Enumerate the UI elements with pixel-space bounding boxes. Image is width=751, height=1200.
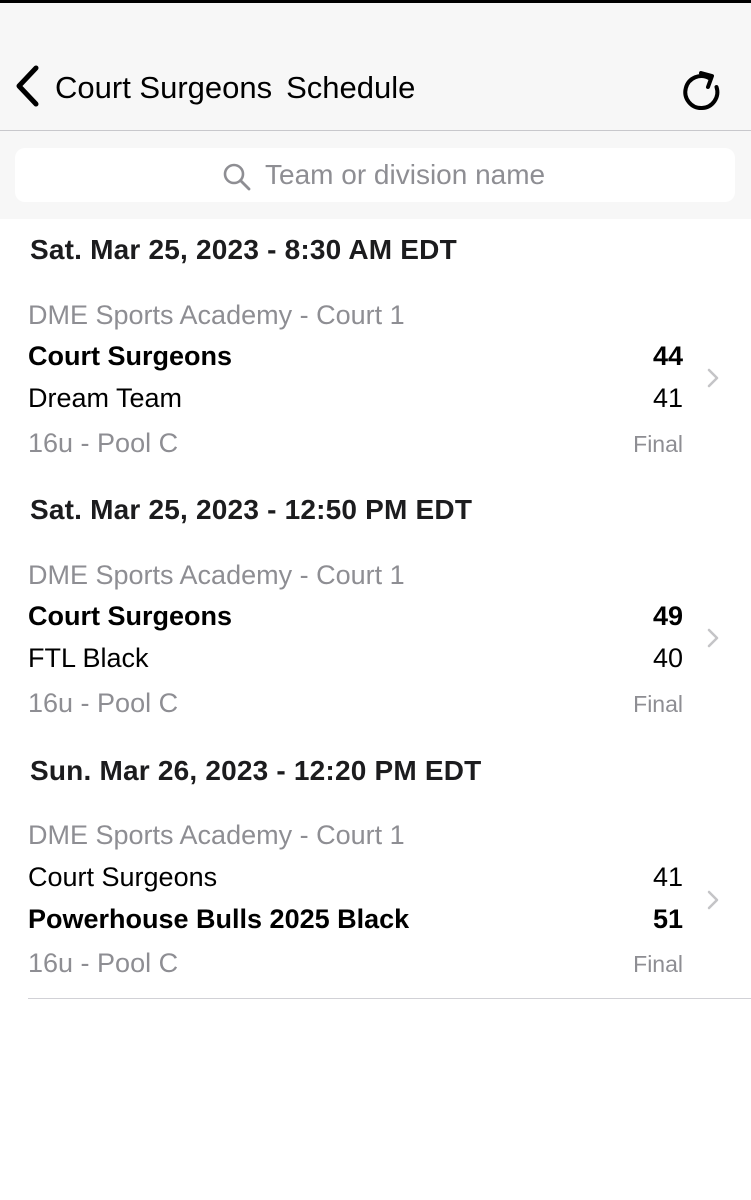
refresh-button[interactable] [680, 65, 722, 111]
search-bar-container [0, 131, 751, 219]
team1-name: Court Surgeons [28, 341, 233, 371]
team2-score: 40 [652, 643, 683, 673]
game-venue: DME Sports Academy - Court 1 [28, 820, 405, 850]
game-division: 16u - Pool C [28, 688, 179, 718]
game-venue: DME Sports Academy - Court 1 [28, 560, 405, 590]
game-status: Final [633, 431, 683, 457]
search-input[interactable] [265, 157, 665, 193]
game-status: Final [633, 691, 683, 717]
chevron-right-icon [707, 628, 719, 648]
title-page-name: Schedule [286, 70, 416, 105]
game-venue: DME Sports Academy - Court 1 [28, 300, 405, 330]
title-team-name: Court Surgeons [55, 70, 273, 105]
navigation-bar: Court Surgeons Schedule [0, 3, 751, 131]
team2-name: FTL Black [28, 643, 149, 673]
team2-score: 41 [652, 383, 683, 413]
list-divider [28, 998, 751, 999]
back-button[interactable] [12, 63, 42, 109]
team1-name: Court Surgeons [28, 862, 218, 892]
game-division: 16u - Pool C [28, 948, 179, 978]
search-icon [223, 163, 251, 191]
game-date-header: Sat. Mar 25, 2023 - 12:50 PM EDT [30, 494, 473, 525]
game-date-header: Sat. Mar 25, 2023 - 8:30 AM EDT [30, 234, 457, 265]
chevron-left-icon [16, 65, 39, 107]
team2-name: Powerhouse Bulls 2025 Black [28, 904, 410, 934]
team2-name: Dream Team [28, 383, 183, 413]
refresh-icon [683, 71, 720, 111]
search-box[interactable] [15, 148, 735, 202]
chevron-right-icon [707, 368, 719, 388]
game-row[interactable]: DME Sports Academy - Court 1 Court Surge… [0, 560, 751, 750]
game-row[interactable]: DME Sports Academy - Court 1 Court Surge… [0, 300, 751, 490]
team2-score: 51 [652, 904, 683, 934]
team1-name: Court Surgeons [28, 601, 233, 631]
game-division: 16u - Pool C [28, 428, 179, 458]
game-status: Final [633, 951, 683, 977]
team1-score: 41 [652, 862, 683, 892]
chevron-right-icon [707, 890, 719, 910]
game-date-header: Sun. Mar 26, 2023 - 12:20 PM EDT [30, 755, 482, 786]
page-title: Court Surgeons Schedule [55, 69, 415, 107]
game-row[interactable]: DME Sports Academy - Court 1 Court Surge… [0, 820, 751, 1010]
team1-score: 44 [652, 341, 683, 371]
team1-score: 49 [652, 601, 683, 631]
